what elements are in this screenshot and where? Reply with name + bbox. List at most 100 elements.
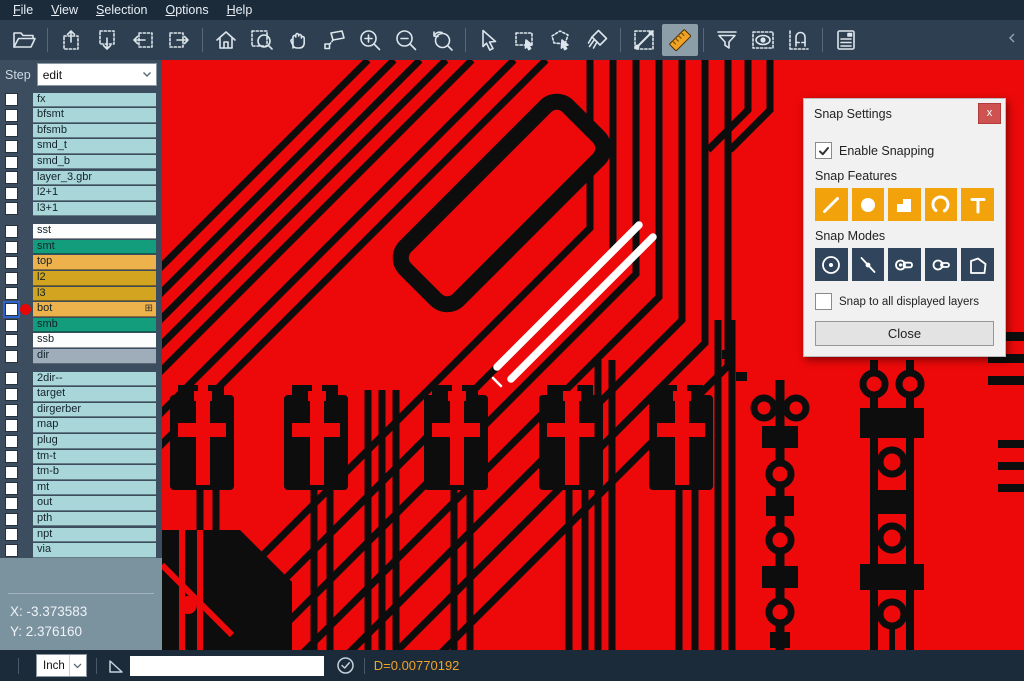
- layer-label[interactable]: map: [33, 418, 156, 433]
- layer-row-via[interactable]: via: [0, 543, 162, 559]
- ruler-button[interactable]: [662, 24, 698, 56]
- layer-visibility-checkbox[interactable]: [5, 93, 18, 106]
- layer-visibility-checkbox[interactable]: [5, 241, 18, 254]
- layer-row-smt[interactable]: smt: [0, 239, 162, 255]
- layer-visibility-checkbox[interactable]: [5, 171, 18, 184]
- layer-label[interactable]: smt: [33, 240, 156, 255]
- layer-label[interactable]: fx: [33, 93, 156, 108]
- snap-feature-surface-button[interactable]: [888, 188, 921, 221]
- layer-label[interactable]: dirgerber: [33, 403, 156, 418]
- measure-line-button[interactable]: [626, 24, 662, 56]
- pan-left-button[interactable]: [125, 24, 161, 56]
- pan-hand-button[interactable]: [280, 24, 316, 56]
- snap-mode-center-button[interactable]: [815, 248, 848, 281]
- layer-visibility-checkbox[interactable]: [5, 497, 18, 510]
- dialog-close-button[interactable]: x: [978, 103, 1001, 124]
- layer-label[interactable]: smb: [33, 318, 156, 333]
- select-rectangle-button[interactable]: [507, 24, 543, 56]
- layer-label[interactable]: tm-b: [33, 465, 156, 480]
- layer-label[interactable]: layer_3.gbr: [33, 171, 156, 186]
- layer-row-mt[interactable]: mt: [0, 480, 162, 496]
- toolbar-overflow-icon[interactable]: [1006, 31, 1018, 49]
- home-view-button[interactable]: [208, 24, 244, 56]
- menu-item-help[interactable]: Help: [218, 1, 262, 19]
- layer-visibility-checkbox[interactable]: [5, 272, 18, 285]
- snap-mode-corner-button[interactable]: [961, 248, 994, 281]
- zoom-out-button[interactable]: [388, 24, 424, 56]
- layer-visibility-checkbox[interactable]: [5, 528, 18, 541]
- layer-row-layer-3-gbr[interactable]: layer_3.gbr: [0, 170, 162, 186]
- layer-visibility-checkbox[interactable]: [5, 388, 18, 401]
- layer-row-bfsmt[interactable]: bfsmt: [0, 108, 162, 124]
- layer-label[interactable]: tm-t: [33, 450, 156, 465]
- layer-visibility-checkbox[interactable]: [5, 256, 18, 269]
- layer-row-npt[interactable]: npt: [0, 527, 162, 543]
- layer-label[interactable]: l2+1: [33, 186, 156, 201]
- open-folder-button[interactable]: [6, 24, 42, 56]
- layer-label[interactable]: l2: [33, 271, 156, 286]
- layer-label[interactable]: l3: [33, 287, 156, 302]
- menu-item-selection[interactable]: Selection: [87, 1, 156, 19]
- layer-visibility-checkbox[interactable]: [5, 109, 18, 122]
- layer-visibility-checkbox[interactable]: [5, 287, 18, 300]
- layer-row-l2[interactable]: l2: [0, 271, 162, 287]
- select-pointer-button[interactable]: [471, 24, 507, 56]
- filter-button[interactable]: [709, 24, 745, 56]
- layer-row-l2-1[interactable]: l2+1: [0, 186, 162, 202]
- angle-measure-icon[interactable]: [106, 657, 126, 675]
- layer-visibility-checkbox[interactable]: [5, 334, 18, 347]
- layer-row-target[interactable]: target: [0, 387, 162, 403]
- layer-visibility-checkbox[interactable]: [5, 419, 18, 432]
- layer-label[interactable]: smd_t: [33, 139, 156, 154]
- layer-visibility-checkbox[interactable]: [5, 303, 18, 316]
- pan-up-button[interactable]: [53, 24, 89, 56]
- layer-row-sst[interactable]: sst: [0, 224, 162, 240]
- layer-visibility-checkbox[interactable]: [5, 466, 18, 479]
- enable-snapping-checkbox[interactable]: [815, 142, 832, 159]
- layer-row-smd-t[interactable]: smd_t: [0, 139, 162, 155]
- dialog-close-action-button[interactable]: Close: [815, 321, 994, 346]
- layer-row-l3-1[interactable]: l3+1: [0, 201, 162, 217]
- zoom-previous-button[interactable]: [424, 24, 460, 56]
- report-button[interactable]: [828, 24, 864, 56]
- layer-visibility-checkbox[interactable]: [5, 435, 18, 448]
- layer-label[interactable]: bfsmb: [33, 124, 156, 139]
- layer-label[interactable]: out: [33, 496, 156, 511]
- snap-all-layers-checkbox[interactable]: [815, 293, 832, 310]
- view-options-button[interactable]: [745, 24, 781, 56]
- layer-row-ssb[interactable]: ssb: [0, 333, 162, 349]
- layer-label[interactable]: dir: [33, 349, 156, 364]
- zoom-in-button[interactable]: [352, 24, 388, 56]
- layer-row-plug[interactable]: plug: [0, 433, 162, 449]
- pan-down-button[interactable]: [89, 24, 125, 56]
- snap-feature-text-button[interactable]: [961, 188, 994, 221]
- layer-label[interactable]: 2dir--: [33, 372, 156, 387]
- select-polygon-button[interactable]: [543, 24, 579, 56]
- layer-visibility-checkbox[interactable]: [5, 544, 18, 557]
- layer-row-fx[interactable]: fx: [0, 92, 162, 108]
- layer-visibility-checkbox[interactable]: [5, 482, 18, 495]
- layer-visibility-checkbox[interactable]: [5, 350, 18, 363]
- pan-right-button[interactable]: [161, 24, 197, 56]
- layer-visibility-checkbox[interactable]: [5, 187, 18, 200]
- layer-label[interactable]: sst: [33, 224, 156, 239]
- layer-visibility-checkbox[interactable]: [5, 513, 18, 526]
- layer-visibility-checkbox[interactable]: [5, 372, 18, 385]
- layer-row-dir[interactable]: dir: [0, 349, 162, 365]
- snap-feature-pad-button[interactable]: [852, 188, 885, 221]
- layer-label[interactable]: pth: [33, 512, 156, 527]
- layer-visibility-checkbox[interactable]: [5, 140, 18, 153]
- zoom-area-button[interactable]: [244, 24, 280, 56]
- layer-visibility-checkbox[interactable]: [5, 450, 18, 463]
- layer-label[interactable]: mt: [33, 481, 156, 496]
- layer-label[interactable]: l3+1: [33, 202, 156, 217]
- layer-row-2dir-[interactable]: 2dir--: [0, 371, 162, 387]
- layer-visibility-checkbox[interactable]: [5, 124, 18, 137]
- layer-visibility-checkbox[interactable]: [5, 225, 18, 238]
- layer-label[interactable]: bot⊞: [33, 302, 156, 317]
- snap-button[interactable]: [781, 24, 817, 56]
- layer-row-top[interactable]: top: [0, 255, 162, 271]
- layer-label[interactable]: via: [33, 543, 156, 558]
- units-dropdown[interactable]: Inch: [36, 654, 87, 677]
- layer-label[interactable]: npt: [33, 528, 156, 543]
